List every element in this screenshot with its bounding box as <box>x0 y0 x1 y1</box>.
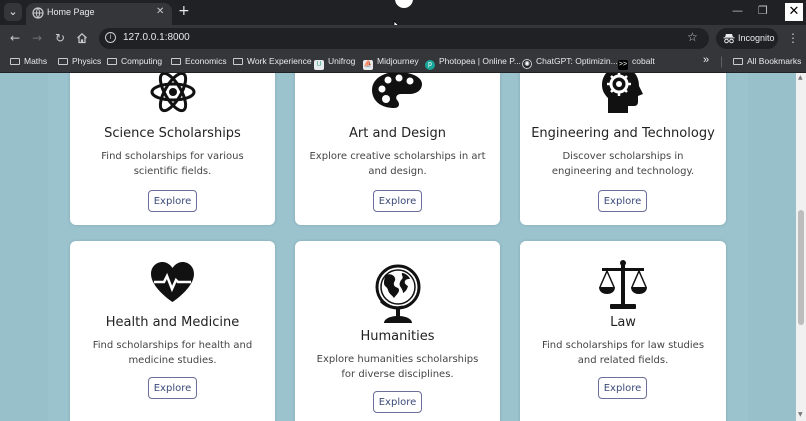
card-title: Art and Design <box>349 126 446 141</box>
bookmark-maths[interactable]: Maths <box>10 56 47 66</box>
bookmark-star-icon[interactable]: ☆ <box>687 30 698 44</box>
photopea-icon: p <box>425 60 435 70</box>
card-title: Humanities <box>360 329 435 344</box>
card-description: Discover scholarships in engineering and… <box>551 151 695 177</box>
page-scrollbar[interactable]: ▲ ▼ <box>796 73 806 421</box>
bookmark-midjourney[interactable]: ⛵ Midjourney <box>363 56 419 70</box>
globe-favicon-icon <box>32 7 44 19</box>
incognito-icon <box>723 34 735 44</box>
new-tab-button[interactable]: + <box>178 3 190 19</box>
card-description: Explore creative scholarships in art and… <box>309 151 486 177</box>
cobalt-icon: >> <box>618 60 628 70</box>
menu-kebab-icon[interactable]: ⋮ <box>787 31 799 45</box>
url-text[interactable]: 127.0.0.1:8000 <box>123 32 190 43</box>
all-bookmarks-button[interactable]: All Bookmarks <box>733 56 801 66</box>
incognito-badge[interactable]: Incognito <box>716 28 778 49</box>
explore-button[interactable]: Explore <box>148 190 197 212</box>
page-viewport: Science Scholarships Find scholarships f… <box>0 73 796 421</box>
explore-button[interactable]: Explore <box>598 377 647 399</box>
address-bar[interactable]: i 127.0.0.1:8000 ☆ <box>99 28 709 49</box>
card-title: Engineering and Technology <box>531 126 715 141</box>
bookmark-physics[interactable]: Physics <box>58 56 101 66</box>
scrollbar-thumb[interactable] <box>798 210 804 325</box>
card-health: Health and Medicine Find scholarships fo… <box>70 241 275 421</box>
heartbeat-icon <box>151 262 194 302</box>
bookmark-label: Midjourney <box>377 56 419 66</box>
bookmark-cobalt[interactable]: >> cobalt <box>618 56 655 70</box>
scroll-up-arrow-icon[interactable]: ▲ <box>798 74 803 81</box>
card-description: Explore humanities scholarships for dive… <box>316 354 479 380</box>
card-engineering: Engineering and Technology Discover scho… <box>520 73 726 225</box>
explore-button[interactable]: Explore <box>373 190 422 212</box>
card-title: Health and Medicine <box>105 315 240 330</box>
folder-icon <box>10 58 20 65</box>
scales-icon <box>599 260 647 309</box>
bookmark-label: Unifrog <box>328 56 356 66</box>
card-science: Science Scholarships Find scholarships f… <box>70 73 275 225</box>
card-art: Art and Design Explore creative scholars… <box>295 73 500 225</box>
bookmark-work-experience[interactable]: Work Experience <box>233 56 312 66</box>
card-description: Find scholarships for law studies and re… <box>541 340 705 366</box>
site-info-icon[interactable]: i <box>105 32 116 43</box>
bookmark-label: Computing <box>121 56 163 66</box>
explore-button[interactable]: Explore <box>148 377 197 399</box>
tab-close-icon[interactable]: ✕ <box>156 6 164 17</box>
card-description: Find scholarships for health and medicin… <box>92 340 253 366</box>
bookmark-label: Work Experience <box>247 56 312 66</box>
minimize-button[interactable]: — <box>732 4 743 17</box>
folder-icon <box>733 58 743 65</box>
bookmark-label: Economics <box>185 56 227 66</box>
folder-icon <box>107 58 117 65</box>
tab-home-page[interactable]: Home Page ✕ <box>26 3 172 25</box>
card-description: Find scholarships for various scientific… <box>101 151 244 177</box>
folder-icon <box>58 58 68 65</box>
explore-button[interactable]: Explore <box>373 391 422 413</box>
card-title: Science Scholarships <box>104 126 241 141</box>
content-container: Science Scholarships Find scholarships f… <box>48 73 748 421</box>
card-humanities: Humanities Explore humanities scholarshi… <box>295 241 500 421</box>
tab-search-button[interactable]: ⌄ <box>4 3 22 21</box>
forward-button[interactable]: → <box>30 31 44 45</box>
bookmark-unifrog[interactable]: U Unifrog <box>314 56 355 70</box>
bookmark-label: Maths <box>24 56 48 66</box>
recording-indicator-icon <box>395 0 413 8</box>
card-title: Law <box>610 315 636 330</box>
bookmarks-overflow-button[interactable]: » <box>703 54 709 66</box>
unifrog-icon: U <box>314 60 324 70</box>
bookmark-photopea[interactable]: p Photopea | Online P... <box>425 56 521 70</box>
chatgpt-icon: ✺ <box>522 59 532 69</box>
card-law: Law Find scholarships for law studies an… <box>520 241 726 421</box>
browser-toolbar: ← → ↻ i 127.0.0.1:8000 ☆ Incognito ⋮ <box>0 25 806 52</box>
incognito-label: Incognito <box>738 33 775 43</box>
atom-icon <box>150 73 196 113</box>
restore-button[interactable]: ❐ <box>758 4 768 17</box>
title-bar: ⌄ Home Page ✕ + — ❐ ✕ <box>0 0 806 33</box>
folder-icon <box>171 58 181 65</box>
tab-title: Home Page <box>47 7 95 17</box>
bookmark-chatgpt[interactable]: ✺ ChatGPT: Optimizin... <box>522 56 618 69</box>
explore-button[interactable]: Explore <box>598 190 647 212</box>
globe-icon <box>375 264 421 323</box>
gear-head-icon <box>602 73 643 113</box>
scroll-down-arrow-icon[interactable]: ▼ <box>798 411 803 418</box>
bookmark-label: ChatGPT: Optimizin... <box>536 56 618 66</box>
palette-icon <box>372 73 422 108</box>
bookmark-economics[interactable]: Economics <box>171 56 227 66</box>
all-bookmarks-label: All Bookmarks <box>747 56 802 66</box>
bookmarks-divider: | <box>720 54 724 68</box>
back-button[interactable]: ← <box>8 31 22 45</box>
window-close-button[interactable]: ✕ <box>785 3 803 21</box>
bookmark-computing[interactable]: Computing <box>107 56 162 66</box>
bookmark-label: Photopea | Online P... <box>439 56 521 66</box>
folder-icon <box>233 58 243 65</box>
reload-button[interactable]: ↻ <box>53 31 67 45</box>
midjourney-icon: ⛵ <box>363 60 373 70</box>
bookmarks-bar: Maths Physics Computing Economics Work E… <box>0 52 806 73</box>
bookmark-label: Physics <box>72 56 102 66</box>
home-icon[interactable] <box>76 32 88 44</box>
bookmark-label: cobalt <box>632 56 655 66</box>
